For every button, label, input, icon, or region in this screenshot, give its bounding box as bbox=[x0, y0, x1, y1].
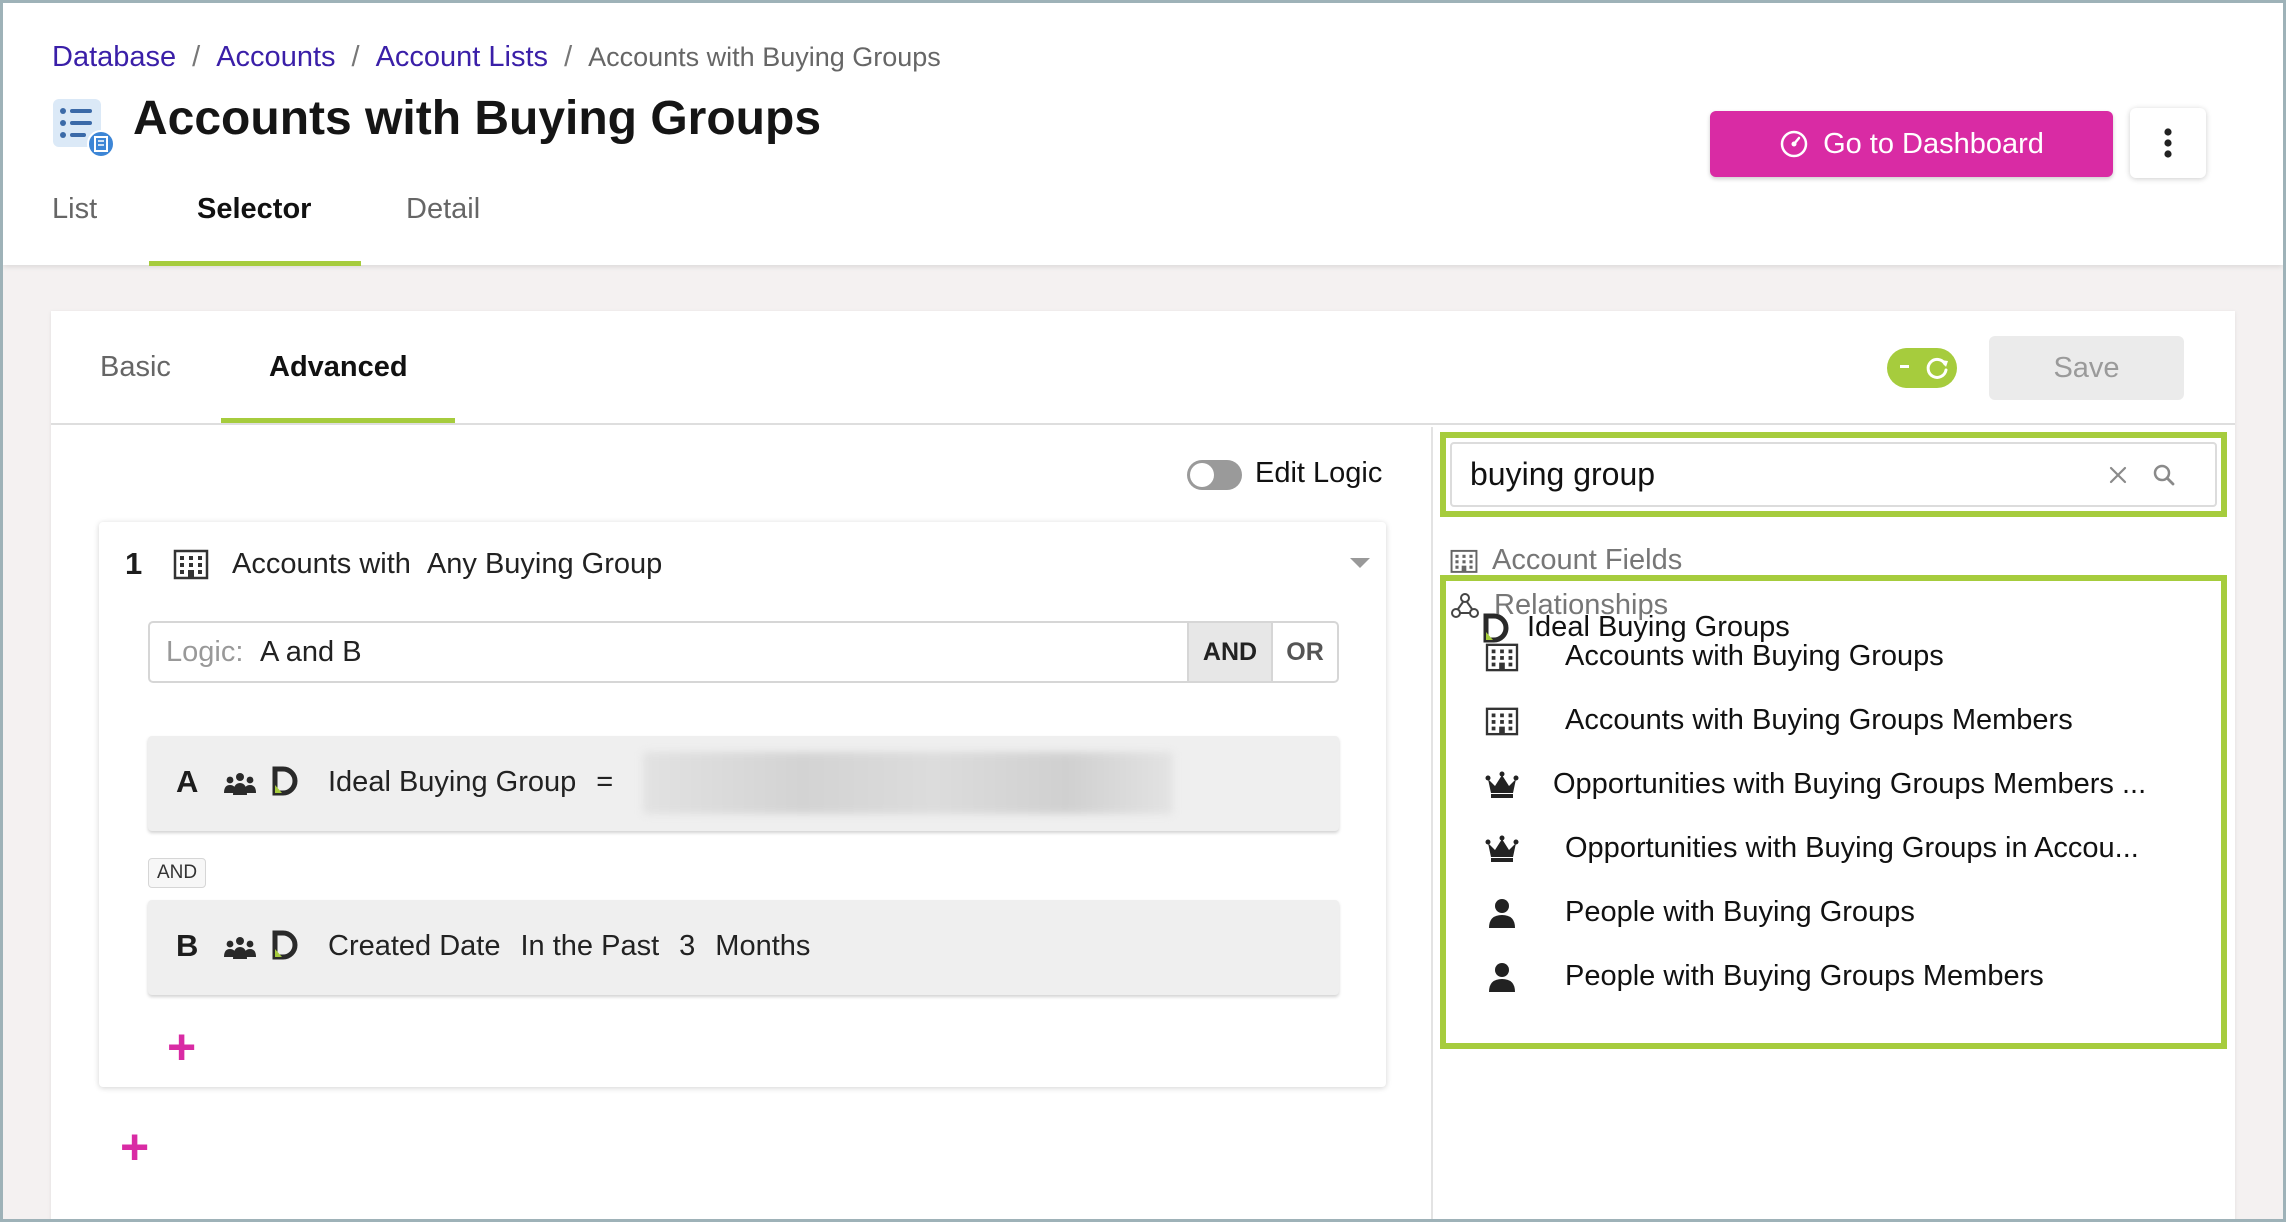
tab-basic[interactable]: Basic bbox=[100, 351, 171, 384]
save-button[interactable]: Save bbox=[1989, 336, 2184, 400]
selector-mode-tabs: Basic Advanced Save bbox=[51, 311, 2235, 425]
crown-icon bbox=[1485, 835, 1519, 862]
tab-advanced-underline bbox=[221, 418, 455, 423]
search-highlight bbox=[1440, 432, 2227, 517]
relationship-label: Accounts with Buying Groups bbox=[1565, 640, 1944, 672]
add-group-button[interactable]: + bbox=[120, 1122, 149, 1172]
toggle-minus-mark bbox=[1900, 365, 1909, 368]
field-search-pane: Account Fields Ideal Buying Groups Relat… bbox=[1433, 427, 2235, 1222]
page-title: Accounts with Buying Groups bbox=[133, 92, 822, 145]
condition-value-redacted bbox=[643, 752, 1173, 814]
relationship-item[interactable]: Opportunities with Buying Groups Members… bbox=[1477, 768, 2146, 801]
breadcrumb-current: Accounts with Buying Groups bbox=[588, 42, 941, 72]
relationship-label: Opportunities with Buying Groups Members… bbox=[1553, 768, 2147, 800]
relationships-label: Relationships bbox=[1494, 589, 1669, 621]
group-label[interactable]: Accounts with Any Buying Group bbox=[232, 548, 662, 581]
relationship-label: People with Buying Groups bbox=[1565, 896, 1915, 928]
dashboard-gauge-icon bbox=[1780, 130, 1808, 158]
breadcrumb-database[interactable]: Database bbox=[52, 41, 176, 74]
breadcrumb: Database / Accounts / Account Lists / Ac… bbox=[52, 41, 941, 74]
group-label-value: Any Buying Group bbox=[426, 548, 663, 580]
relationship-label: Accounts with Buying Groups Members bbox=[1565, 704, 2073, 736]
refresh-icon bbox=[1926, 357, 1948, 379]
chevron-down-icon[interactable] bbox=[1350, 558, 1370, 568]
breadcrumb-accounts[interactable]: Accounts bbox=[216, 41, 335, 74]
relationship-item[interactable]: Accounts with Buying Groups Members bbox=[1477, 704, 2073, 737]
search-input[interactable] bbox=[1450, 442, 2217, 507]
building-icon bbox=[1485, 643, 1519, 671]
breadcrumb-account-lists[interactable]: Account Lists bbox=[376, 41, 548, 74]
page-header: Database / Accounts / Account Lists / Ac… bbox=[3, 3, 2283, 266]
relationships-icon bbox=[1451, 592, 1479, 618]
refresh-knob bbox=[1921, 352, 1953, 384]
condition-unit: Months bbox=[715, 930, 811, 962]
edit-logic-label: Edit Logic bbox=[1255, 457, 1383, 489]
person-icon bbox=[1489, 898, 1515, 928]
logic-and-button[interactable]: AND bbox=[1187, 623, 1271, 681]
close-icon[interactable] bbox=[2108, 465, 2128, 485]
group-number: 1 bbox=[125, 546, 143, 581]
building-icon bbox=[173, 549, 209, 580]
logic-prefix: Logic: bbox=[166, 636, 244, 668]
relationship-item[interactable]: Accounts with Buying Groups bbox=[1477, 640, 1944, 673]
search-icon[interactable] bbox=[2152, 463, 2176, 487]
group-label-prefix: Accounts with bbox=[232, 548, 411, 580]
breadcrumb-separator: / bbox=[564, 41, 573, 73]
relationship-label: People with Buying Groups Members bbox=[1565, 960, 2044, 992]
tab-selector-underline bbox=[149, 261, 361, 266]
relationship-item[interactable]: People with Buying Groups Members bbox=[1477, 960, 2044, 993]
account-fields-heading: Account Fields bbox=[1450, 544, 1682, 577]
buying-group-people-icon bbox=[224, 773, 256, 795]
logic-builder-pane: Edit Logic 1 Accounts with Any Buying Gr… bbox=[51, 427, 1431, 1222]
condition-group: 1 Accounts with Any Buying Group Logic: … bbox=[99, 522, 1386, 1087]
toggle-knob bbox=[1190, 463, 1214, 487]
tab-selector[interactable]: Selector bbox=[197, 193, 311, 226]
d-logo-icon bbox=[272, 930, 298, 960]
condition-row-a[interactable]: A Ideal Buying Group = bbox=[148, 736, 1339, 831]
auto-refresh-toggle[interactable] bbox=[1887, 348, 1957, 388]
condition-text: Ideal Buying Group = bbox=[328, 766, 613, 799]
more-vertical-icon bbox=[2164, 128, 2172, 158]
selector-card: Basic Advanced Save Edit Logic 1 Account… bbox=[51, 311, 2235, 1222]
relationship-item[interactable]: Opportunities with Buying Groups in Acco… bbox=[1477, 832, 2139, 865]
d-logo-icon bbox=[272, 766, 298, 796]
account-list-icon bbox=[53, 99, 115, 158]
edit-logic-toggle[interactable] bbox=[1187, 460, 1242, 490]
logic-or-button[interactable]: OR bbox=[1271, 623, 1337, 681]
tab-list[interactable]: List bbox=[52, 193, 97, 226]
condition-field: Created Date bbox=[328, 930, 501, 962]
go-to-dashboard-label: Go to Dashboard bbox=[1823, 127, 2044, 160]
and-chip: AND bbox=[148, 858, 207, 888]
add-condition-button[interactable]: + bbox=[167, 1022, 196, 1072]
condition-letter: B bbox=[176, 928, 199, 963]
logic-field[interactable]: Logic: A and B AND OR bbox=[148, 621, 1339, 683]
condition-amount: 3 bbox=[679, 930, 696, 962]
relationship-item[interactable]: People with Buying Groups bbox=[1477, 896, 1915, 929]
condition-text: Created Date In the Past 3 Months bbox=[328, 930, 810, 963]
building-icon bbox=[1450, 549, 1478, 573]
condition-row-b[interactable]: B Created Date In the Past 3 Months bbox=[148, 900, 1339, 995]
condition-field: Ideal Buying Group bbox=[328, 766, 577, 798]
breadcrumb-separator: / bbox=[192, 41, 201, 73]
more-options-button[interactable] bbox=[2130, 108, 2206, 178]
relationships-heading: Relationships bbox=[1450, 589, 1668, 622]
crown-icon bbox=[1485, 771, 1519, 798]
person-icon bbox=[1489, 962, 1515, 992]
go-to-dashboard-button[interactable]: Go to Dashboard bbox=[1710, 111, 2113, 177]
breadcrumb-separator: / bbox=[351, 41, 360, 73]
building-icon bbox=[1485, 707, 1519, 735]
condition-operator: In the Past bbox=[520, 930, 660, 962]
account-fields-label: Account Fields bbox=[1492, 544, 1683, 576]
relationship-label: Opportunities with Buying Groups in Acco… bbox=[1565, 832, 2139, 864]
tab-advanced[interactable]: Advanced bbox=[269, 351, 408, 384]
buying-group-people-icon bbox=[224, 937, 256, 959]
condition-operator: = bbox=[596, 766, 614, 798]
logic-value: A and B bbox=[260, 636, 362, 668]
tab-detail[interactable]: Detail bbox=[406, 193, 480, 226]
condition-letter: A bbox=[176, 764, 199, 799]
